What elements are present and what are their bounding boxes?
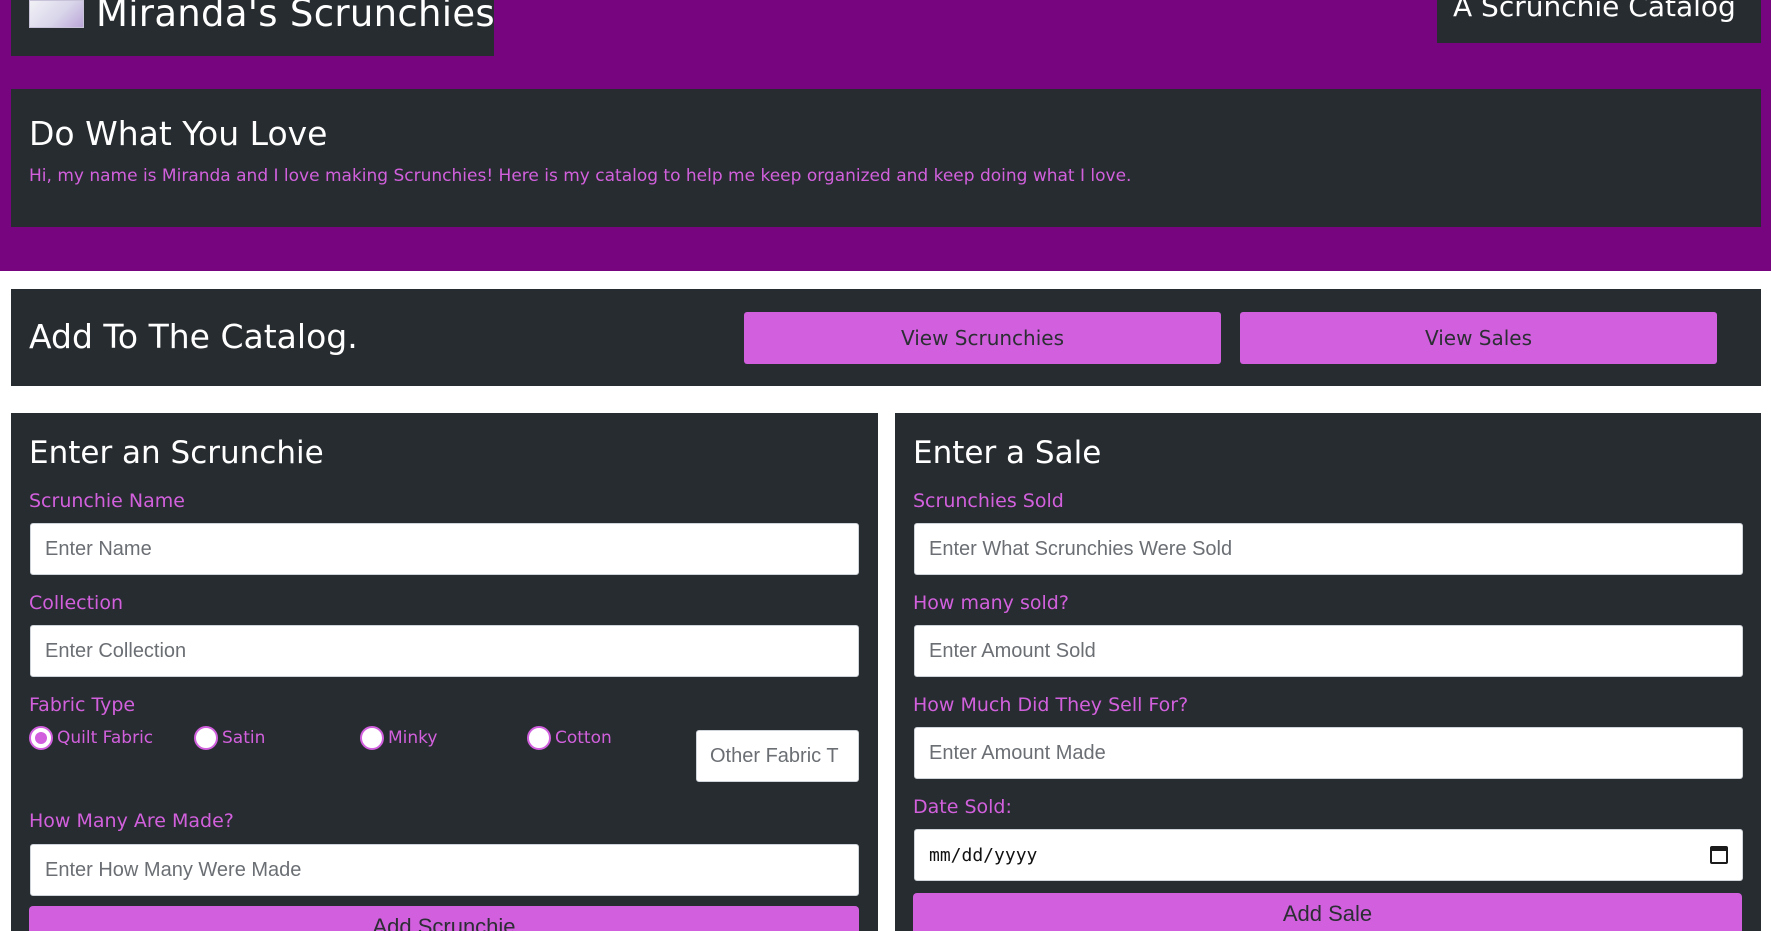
sale-form-title: Enter a Sale — [913, 435, 1102, 471]
fabric-radio-cotton[interactable]: Cotton — [527, 726, 612, 750]
brand-title: Miranda's Scrunchies — [96, 0, 495, 35]
fabric-option-label: Satin — [222, 728, 266, 748]
catalog-title: A Scrunchie Catalog — [1453, 0, 1736, 23]
fabric-radio-satin[interactable]: Satin — [194, 726, 265, 750]
fabric-option-label: Minky — [388, 728, 438, 748]
radio-button-icon[interactable] — [527, 726, 551, 750]
scrunchies-sold-input[interactable]: Enter What Scrunchies Were Sold — [914, 523, 1743, 575]
hero-title: Do What You Love — [29, 114, 328, 153]
brand-box: Miranda's Scrunchies — [11, 0, 495, 56]
other-fabric-input[interactable]: Other Fabric T — [696, 730, 859, 782]
fabric-radio-minky[interactable]: Minky — [360, 726, 437, 750]
calendar-icon[interactable] — [1710, 846, 1728, 864]
amount-sold-input[interactable]: Enter Amount Sold — [914, 625, 1743, 677]
catalog-nav: Add To The Catalog. View Scrunchies View… — [11, 289, 1761, 386]
add-scrunchie-button[interactable]: Add Scrunchie — [29, 906, 859, 931]
hero-text: Hi, my name is Miranda and I love making… — [29, 166, 1132, 186]
made-count-label: How Many Are Made? — [29, 810, 234, 832]
collection-label: Collection — [29, 592, 123, 614]
sale-price-label: How Much Did They Sell For? — [913, 694, 1189, 716]
radio-button-icon[interactable] — [29, 726, 53, 750]
made-count-input[interactable]: Enter How Many Were Made — [30, 844, 859, 896]
scrunchie-name-label: Scrunchie Name — [29, 490, 185, 512]
date-sold-label: Date Sold: — [913, 796, 1012, 818]
collection-input[interactable]: Enter Collection — [30, 625, 859, 677]
view-scrunchies-button[interactable]: View Scrunchies — [744, 312, 1221, 364]
view-sales-button[interactable]: View Sales — [1240, 312, 1717, 364]
scrunchie-name-input[interactable]: Enter Name — [30, 523, 859, 575]
date-placeholder: mm/dd/yyyy — [929, 844, 1038, 866]
fabric-option-label: Cotton — [555, 728, 612, 748]
sale-form: Enter a Sale Scrunchies Sold Enter What … — [895, 413, 1761, 931]
nav-title: Add To The Catalog. — [29, 317, 358, 356]
fabric-option-label: Quilt Fabric — [57, 728, 154, 748]
scrunchie-form-title: Enter an Scrunchie — [29, 435, 324, 471]
amount-sold-label: How many sold? — [913, 592, 1069, 614]
scrunchie-form: Enter an Scrunchie Scrunchie Name Enter … — [11, 413, 878, 931]
sale-price-input[interactable]: Enter Amount Made — [914, 727, 1743, 779]
radio-button-icon[interactable] — [360, 726, 384, 750]
radio-button-icon[interactable] — [194, 726, 218, 750]
catalog-heading-box: A Scrunchie Catalog — [1437, 0, 1761, 43]
add-sale-button[interactable]: Add Sale — [913, 893, 1742, 931]
scrunchies-sold-label: Scrunchies Sold — [913, 490, 1064, 512]
fabric-type-label: Fabric Type — [29, 694, 136, 716]
hero-section: Do What You Love Hi, my name is Miranda … — [11, 89, 1761, 227]
fabric-radio-quilt[interactable]: Quilt Fabric — [29, 726, 153, 750]
logo-image — [29, 0, 84, 28]
date-sold-input[interactable]: mm/dd/yyyy — [914, 829, 1743, 881]
